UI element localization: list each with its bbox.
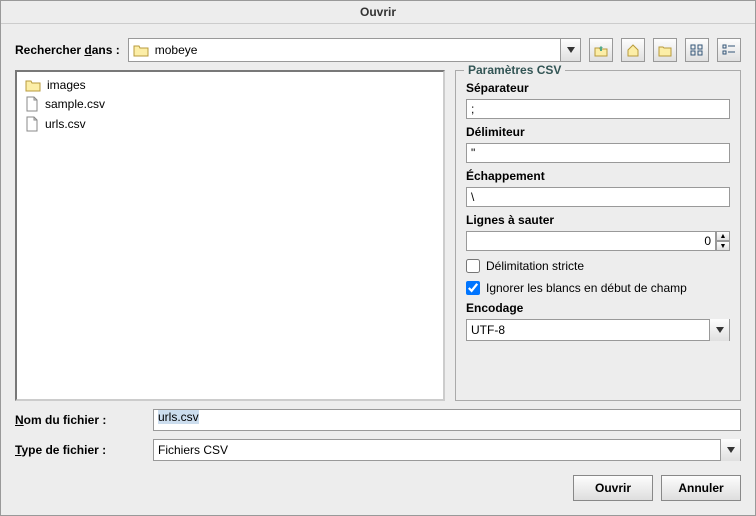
ignore-whitespace-label: Ignorer les blancs en début de champ [486, 281, 687, 295]
list-view-button[interactable] [685, 38, 709, 62]
filetype-dropdown[interactable]: Fichiers CSV [153, 439, 741, 461]
csv-params-panel: Paramètres CSV Séparateur Délimiteur Éch… [455, 70, 741, 401]
encoding-label: Encodage [466, 301, 730, 315]
delimiter-input[interactable] [466, 143, 730, 163]
folder-icon [133, 43, 149, 57]
dropdown-arrow-icon[interactable] [709, 319, 729, 341]
dropdown-arrow-icon[interactable] [560, 39, 580, 61]
file-name: images [47, 78, 86, 92]
filetype-value: Fichiers CSV [158, 443, 228, 457]
ignore-whitespace-checkbox[interactable] [466, 281, 480, 295]
list-item[interactable]: sample.csv [21, 94, 439, 114]
main-area: images sample.csv urls.csv Paramètres CS… [15, 70, 741, 401]
separator-input[interactable] [466, 99, 730, 119]
list-item[interactable]: images [21, 76, 439, 94]
ignore-whitespace-row[interactable]: Ignorer les blancs en début de champ [466, 281, 730, 295]
home-button[interactable] [621, 38, 645, 62]
spinner-up-button[interactable]: ▲ [716, 231, 730, 241]
filename-row: Nom du fichier : urls.csv [15, 409, 741, 431]
filetype-label: Type de fichier : [15, 443, 145, 457]
new-folder-button[interactable] [653, 38, 677, 62]
search-in-row: Rechercher dans : mobeye [15, 38, 741, 62]
skip-lines-spinner: ▲ ▼ [466, 231, 730, 251]
filename-input[interactable]: urls.csv [153, 409, 741, 431]
spinner-down-button[interactable]: ▼ [716, 241, 730, 251]
window-title: Ouvrir [1, 1, 755, 24]
dialog-buttons: Ouvrir Annuler [15, 475, 741, 501]
strict-delimitation-row[interactable]: Délimitation stricte [466, 259, 730, 273]
list-item[interactable]: urls.csv [21, 114, 439, 134]
strict-delimitation-label: Délimitation stricte [486, 259, 584, 273]
skip-lines-input[interactable] [466, 231, 716, 251]
file-icon [25, 116, 39, 132]
strict-delimitation-checkbox[interactable] [466, 259, 480, 273]
file-name: sample.csv [45, 97, 105, 111]
file-icon [25, 96, 39, 112]
escape-label: Échappement [466, 169, 730, 183]
dialog-content: Rechercher dans : mobeye [1, 24, 755, 515]
folder-icon [25, 78, 41, 92]
escape-input[interactable] [466, 187, 730, 207]
delimiter-label: Délimiteur [466, 125, 730, 139]
filetype-row: Type de fichier : Fichiers CSV [15, 439, 741, 461]
directory-dropdown[interactable]: mobeye [128, 38, 581, 62]
encoding-value: UTF-8 [471, 323, 505, 337]
cancel-button[interactable]: Annuler [661, 475, 741, 501]
separator-label: Séparateur [466, 81, 730, 95]
filename-value: urls.csv [158, 410, 199, 424]
details-view-button[interactable] [717, 38, 741, 62]
encoding-dropdown[interactable]: UTF-8 [466, 319, 730, 341]
skip-lines-label: Lignes à sauter [466, 213, 730, 227]
directory-name: mobeye [155, 43, 198, 57]
file-list[interactable]: images sample.csv urls.csv [15, 70, 445, 401]
search-in-label: Rechercher dans : [15, 43, 120, 57]
file-name: urls.csv [45, 117, 86, 131]
file-open-dialog: Ouvrir Rechercher dans : mobeye [0, 0, 756, 516]
csv-params-legend: Paramètres CSV [464, 63, 565, 77]
up-one-level-button[interactable] [589, 38, 613, 62]
filename-label: Nom du fichier : [15, 413, 145, 427]
open-button[interactable]: Ouvrir [573, 475, 653, 501]
dropdown-arrow-icon[interactable] [720, 439, 740, 461]
